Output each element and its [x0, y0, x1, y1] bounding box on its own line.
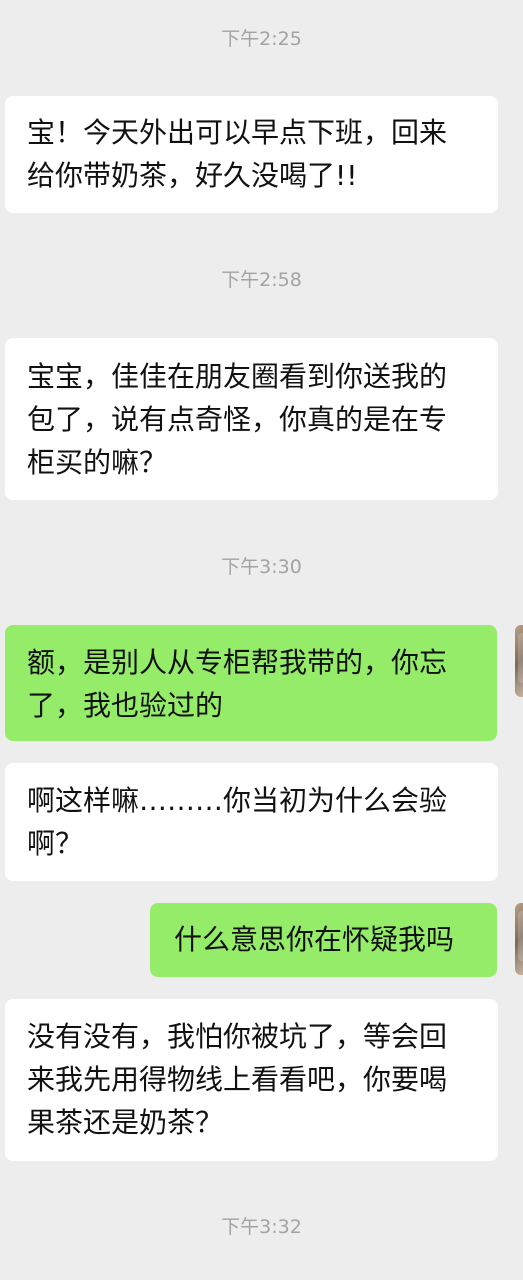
chat-history[interactable]: 下午2:25 宝！今天外出可以早点下班，回来 给你带奶茶，好久没喝了!! 下午2… [0, 0, 523, 1280]
user-avatar-icon[interactable] [515, 625, 523, 697]
message-bubble-incoming[interactable]: 啊这样嘛………你当初为什么会验 啊？ [5, 763, 498, 881]
message-bubble-incoming[interactable]: 没有没有，我怕你被坑了，等会回 来我先用得物线上看看吧，你要喝 果茶还是奶茶？ [5, 999, 498, 1161]
message-bubble-outgoing[interactable]: 什么意思你在怀疑我吗 [150, 903, 497, 977]
timestamp: 下午2:58 [221, 269, 302, 291]
user-avatar-icon[interactable] [515, 903, 523, 975]
timestamp: 下午3:32 [221, 1216, 302, 1238]
timestamp: 下午3:30 [221, 556, 302, 578]
message-bubble-incoming[interactable]: 宝宝，佳佳在朋友圈看到你送我的 包了，说有点奇怪，你真的是在专 柜买的嘛？ [5, 338, 498, 500]
timestamp: 下午2:25 [221, 28, 302, 50]
message-bubble-incoming[interactable]: 宝！今天外出可以早点下班，回来 给你带奶茶，好久没喝了!! [5, 96, 498, 213]
message-bubble-outgoing[interactable]: 额，是别人从专柜帮我带的，你忘 了，我也验过的 [5, 625, 497, 741]
